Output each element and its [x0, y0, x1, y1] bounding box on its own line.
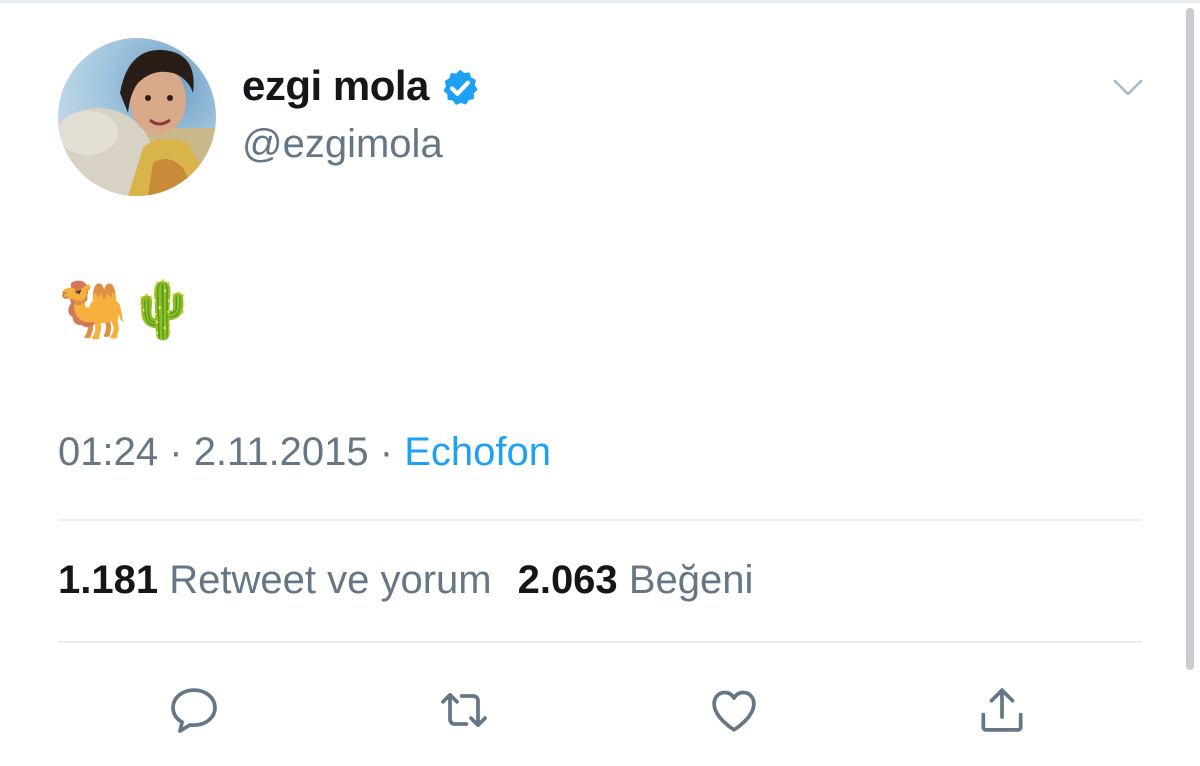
- likes-count: 2.063: [517, 558, 618, 602]
- retweet-button[interactable]: [434, 680, 494, 740]
- reply-button[interactable]: [164, 680, 224, 740]
- tweet-stats: 1.181 Retweet ve yorum 2.063 Beğeni: [58, 558, 753, 603]
- reply-icon: [171, 688, 217, 733]
- like-button[interactable]: [704, 680, 764, 740]
- display-name[interactable]: ezgi mola: [242, 62, 429, 110]
- tweet-text: 🐫🌵: [58, 278, 198, 341]
- retweet-icon: [441, 692, 487, 728]
- likes-stat[interactable]: 2.063 Beğeni: [518, 558, 754, 602]
- tweet-meta: 01:24 · 2.11.2015 · Echofon: [58, 430, 551, 475]
- verified-badge-icon: [443, 69, 478, 105]
- more-options-button[interactable]: [1110, 70, 1146, 106]
- tweet-source-link[interactable]: Echofon: [404, 430, 551, 474]
- meta-separator: ·: [379, 430, 394, 474]
- tweet-time: 01:24: [58, 430, 159, 474]
- share-icon: [981, 688, 1023, 732]
- scrollbar[interactable]: [1186, 8, 1194, 670]
- chevron-down-icon: [1113, 79, 1143, 96]
- divider: [58, 519, 1142, 521]
- user-handle[interactable]: @ezgimola: [242, 122, 443, 167]
- author-name-row[interactable]: ezgi mola: [242, 62, 481, 110]
- avatar-image: [58, 49, 216, 196]
- retweets-stat[interactable]: 1.181 Retweet ve yorum: [58, 558, 492, 602]
- share-button[interactable]: [972, 680, 1032, 740]
- meta-separator: ·: [169, 430, 183, 474]
- divider: [58, 641, 1142, 643]
- retweets-label: Retweet ve yorum: [169, 558, 492, 602]
- tweet-date: 2.11.2015: [193, 430, 369, 474]
- likes-label: Beğeni: [628, 558, 754, 602]
- top-divider: [0, 0, 1200, 3]
- avatar[interactable]: [58, 38, 216, 196]
- retweets-count: 1.181: [58, 558, 159, 602]
- heart-icon: [712, 690, 756, 732]
